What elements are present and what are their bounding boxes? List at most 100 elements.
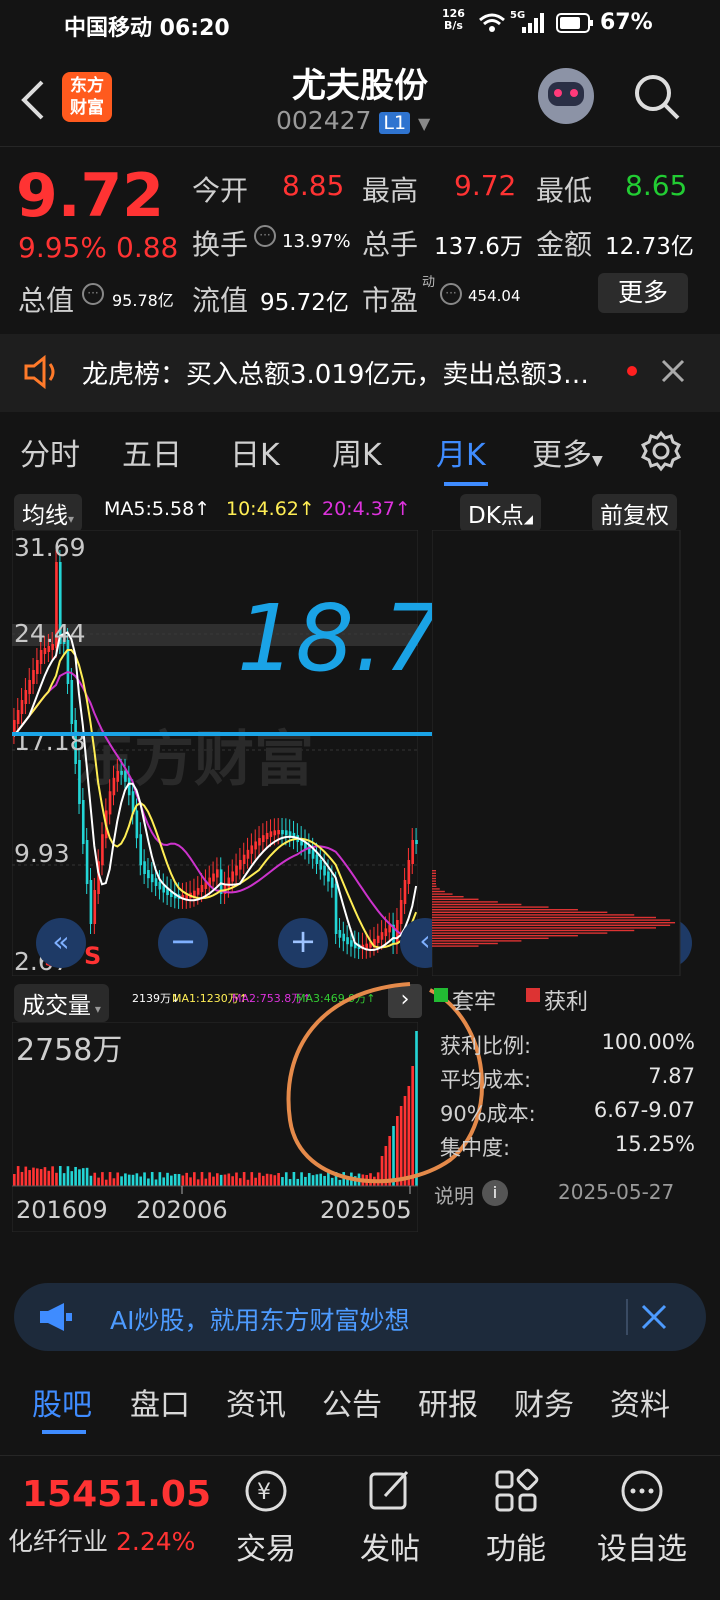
volume-bar [43,1167,47,1186]
dk-point-button[interactable]: DK点◢ [460,494,542,532]
industry-index-value[interactable]: 15451.05 [22,1474,211,1515]
kline-chart-area: 均线▾ MA5:5.58↑ 10:4.62↑ 20:4.37↑ DK点◢ 前复权… [0,490,720,1270]
tab-daily-k[interactable]: 日K [230,430,280,474]
search-icon[interactable] [632,72,682,122]
candle [330,877,334,888]
candle [116,770,120,782]
info-icon[interactable]: i [482,1180,508,1206]
hand-annotation: 18.7 [12,585,448,742]
tab-intraday[interactable]: 分时 [20,430,80,474]
tab-monthly-k[interactable]: 月K [436,430,486,474]
candle [231,871,234,882]
candle [154,878,158,886]
profit-legend-label: 获利 [544,990,589,1015]
volume-bar [158,1172,162,1186]
candle [334,883,338,934]
profit-legend-swatch [526,988,540,1002]
volume-bar [74,1166,77,1186]
volume-indicator-button[interactable]: 成交量 ▾ [14,984,109,1022]
tab-guba[interactable]: 股吧 [32,1380,92,1424]
chip-bar [432,911,608,913]
more-quote-button[interactable]: 更多 [598,273,688,313]
candle [120,770,123,775]
settings-gear-icon[interactable] [640,430,682,472]
explain-label[interactable]: 说明 [434,1180,474,1209]
chip-bar [432,875,436,877]
notice-bar[interactable]: 龙虎榜：买入总额3.019亿元，卖出总额3… [0,334,720,412]
indicator-select-button[interactable]: 均线▾ [14,494,83,532]
zoom-out-button[interactable]: − [158,918,208,968]
scroll-start-button[interactable]: « [36,918,86,968]
volume-bar [127,1174,131,1186]
trapped-legend-label: 套牢 [452,990,497,1015]
industry-index-row[interactable]: 化纤行业 2.24% [8,1522,195,1558]
candle [196,888,200,895]
tab-financials[interactable]: 财务 [514,1380,574,1424]
chevron-down-icon: ▼ [418,114,431,133]
close-icon[interactable] [640,1303,668,1331]
candle [254,841,257,850]
chip-distribution-chart[interactable] [432,530,694,976]
close-icon[interactable] [660,358,686,384]
volume-bar [131,1174,135,1186]
nav-watchlist-settings[interactable]: 设自选 [582,1466,702,1568]
volume-bar [85,1167,89,1186]
candle [81,800,85,844]
assistant-robot-icon[interactable] [538,68,594,124]
ai-promo-banner[interactable]: AI炒股，就用东方财富妙想 [14,1283,706,1351]
candle [281,830,284,835]
volume-bar [32,1167,35,1186]
volume-bar [108,1172,112,1186]
candle [346,937,349,945]
volume-bar [150,1172,154,1186]
amount-label: 金额 [536,228,593,261]
tab-profile[interactable]: 资料 [610,1380,670,1424]
chip-bar [432,903,522,906]
tab-news[interactable]: 资讯 [226,1380,286,1424]
nav-trade[interactable]: ¥ 交易 [206,1466,326,1568]
stock-code-selector[interactable]: 002427 L1 ▼ [276,106,430,135]
float-value: 95.72亿 [260,290,349,316]
ma10-legend: 10:4.62↑ [226,498,315,520]
chip-bar [432,945,479,947]
chip-bar [432,898,479,900]
avg-cost-row: 平均成本: 7.87 [440,1064,695,1092]
volume-bar [250,1172,254,1186]
adjust-mode-button[interactable]: 前复权 [592,494,677,532]
candle [246,849,250,859]
speaker-icon [24,354,55,390]
volume-bar [120,1176,123,1186]
turnover-value: 13.97% [282,231,351,252]
zoom-in-button[interactable]: + [278,918,328,968]
candle [415,840,418,844]
volume-bar [166,1172,169,1186]
candle [242,854,246,864]
tab-five-day[interactable]: 五日 [122,430,182,474]
unread-dot [627,366,637,376]
industry-change: 2.24% [115,1527,196,1556]
info-dots-icon[interactable]: ··· [82,283,104,305]
volume-bar [231,1176,234,1186]
volume-bar [200,1172,204,1186]
volume-bar [104,1179,108,1186]
chip-bar [432,942,498,945]
chip-bar [432,924,671,926]
tab-research[interactable]: 研报 [418,1380,478,1424]
tab-announcements[interactable]: 公告 [322,1380,382,1424]
tab-weekly-k[interactable]: 周K [332,430,382,474]
volume-bar [208,1172,211,1186]
more-dots-icon [621,1470,663,1512]
volume-bar [78,1169,81,1186]
tab-more[interactable]: 更多▼ [532,430,603,474]
chip-bar [432,880,436,882]
nav-post[interactable]: 发帖 [330,1466,450,1568]
status-bar: 中国移动 06:20 126 B/s 5G 67% [0,0,720,50]
candle [323,865,326,876]
nav-functions[interactable]: 功能 [456,1466,576,1568]
info-dots-icon[interactable]: ··· [254,225,276,247]
tab-order-book[interactable]: 盘口 [130,1380,190,1424]
candle [338,930,342,938]
volume-bar [173,1173,177,1186]
info-dots-icon[interactable]: ··· [440,283,462,305]
bottom-nav: 15451.05 化纤行业 2.24% ¥ 交易 发帖 功能 设自选 [0,1455,720,1600]
